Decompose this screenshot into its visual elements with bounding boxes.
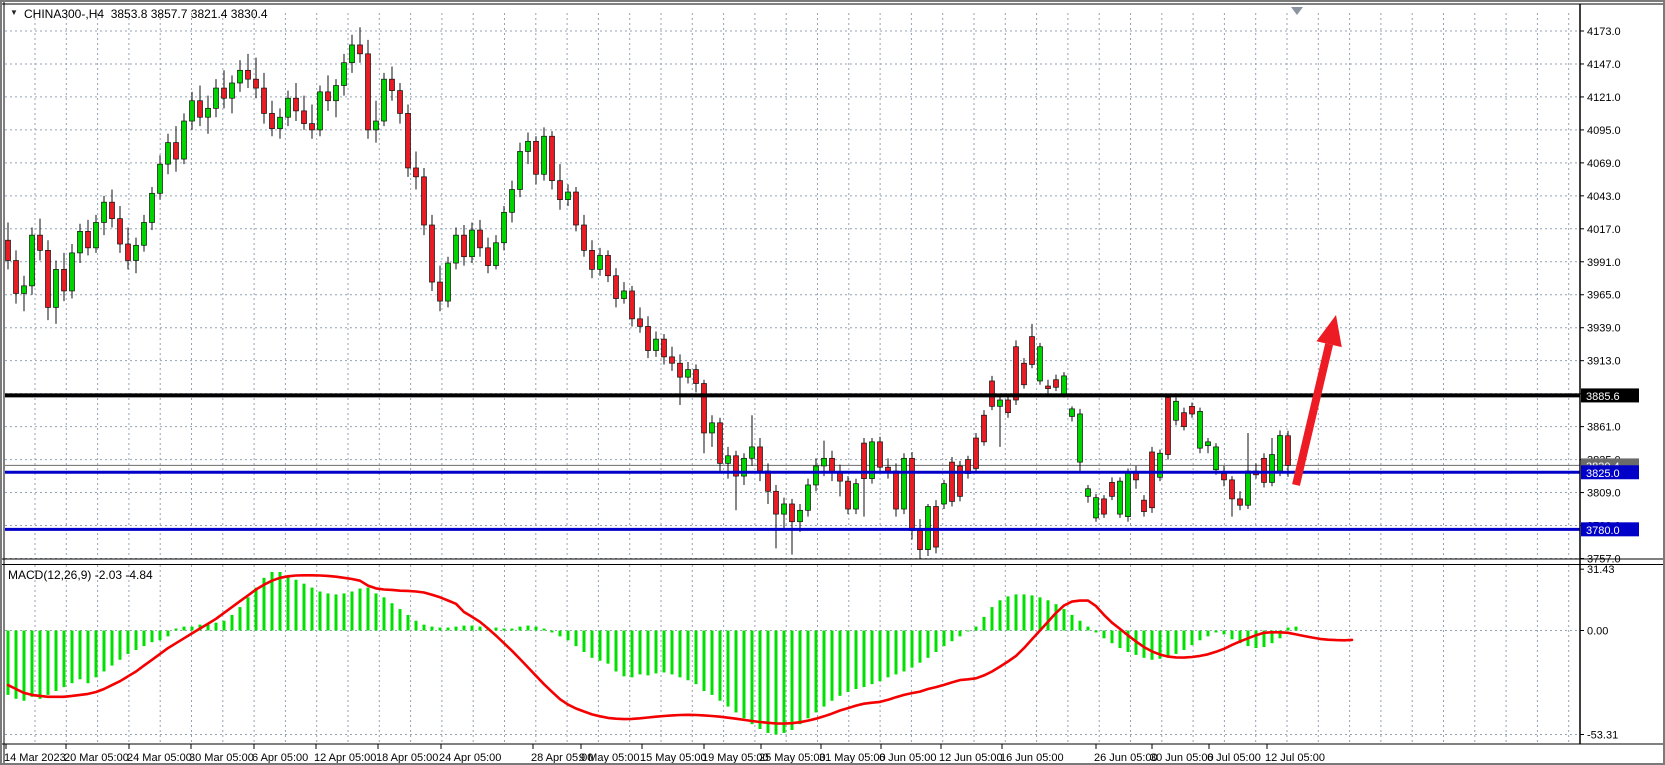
svg-text:4017.0: 4017.0 — [1587, 224, 1621, 236]
svg-text:3939.0: 3939.0 — [1587, 323, 1621, 335]
svg-text:3991.0: 3991.0 — [1587, 257, 1621, 269]
price-badge-3780.0: 3780.0 — [1581, 522, 1639, 537]
svg-text:31.43: 31.43 — [1587, 564, 1615, 576]
svg-text:12 Apr 05:00: 12 Apr 05:00 — [314, 752, 376, 764]
symbol-dropdown-icon[interactable]: ▼ — [10, 8, 18, 17]
svg-text:4173.0: 4173.0 — [1587, 26, 1621, 38]
svg-text:4043.0: 4043.0 — [1587, 191, 1621, 203]
trend-arrow[interactable] — [1296, 315, 1342, 485]
time-axis: 14 Mar 202320 Mar 05:0024 Mar 05:0030 Ma… — [4, 744, 1325, 764]
chart-title-ohlc: CHINA300-,H4 3853.8 3857.7 3821.4 3830.4 — [24, 7, 268, 21]
svg-text:12 Jul 05:00: 12 Jul 05:00 — [1265, 752, 1325, 764]
svg-text:6 Apr 05:00: 6 Apr 05:00 — [252, 752, 308, 764]
chart-window: ▼ CHINA300-,H4 3853.8 3857.7 3821.4 3830… — [0, 0, 1665, 765]
svg-text:4069.0: 4069.0 — [1587, 158, 1621, 170]
svg-text:0.00: 0.00 — [1587, 626, 1608, 638]
svg-text:26 Jun 05:00: 26 Jun 05:00 — [1094, 752, 1158, 764]
svg-text:30 Jun 05:00: 30 Jun 05:00 — [1150, 752, 1214, 764]
price-macd-plot[interactable]: 4173.0 4147.0 4121.0 4095.0 4069.0 4043.0 4017… — [2, 2, 1665, 765]
svg-text:3825.0: 3825.0 — [1586, 468, 1620, 480]
svg-text:14 Mar 2023: 14 Mar 2023 — [4, 752, 66, 764]
svg-text:3861.0: 3861.0 — [1587, 422, 1621, 434]
svg-text:16 Jun 05:00: 16 Jun 05:00 — [1000, 752, 1064, 764]
svg-text:15 May 05:00: 15 May 05:00 — [640, 752, 707, 764]
svg-text:6 Jun 05:00: 6 Jun 05:00 — [879, 752, 937, 764]
svg-text:25 May 05:00: 25 May 05:00 — [759, 752, 826, 764]
svg-text:18 Apr 05:00: 18 Apr 05:00 — [376, 752, 438, 764]
svg-text:30 Mar 05:00: 30 Mar 05:00 — [189, 752, 254, 764]
price-badge-3885.6: 3885.6 — [1581, 388, 1639, 403]
macd-indicator-label: MACD(12,26,9) -2.03 -4.84 — [8, 568, 153, 582]
svg-text:3913.0: 3913.0 — [1587, 356, 1621, 368]
svg-text:3809.0: 3809.0 — [1587, 488, 1621, 500]
svg-text:4121.0: 4121.0 — [1587, 92, 1621, 104]
candlestick-series — [6, 27, 1291, 558]
macd-histogram — [7, 572, 1298, 735]
svg-text:6 Jul 05:00: 6 Jul 05:00 — [1207, 752, 1261, 764]
svg-text:3780.0: 3780.0 — [1586, 525, 1620, 537]
svg-text:24 Apr 05:00: 24 Apr 05:00 — [439, 752, 501, 764]
price-axis: 4173.0 4147.0 4121.0 4095.0 4069.0 4043.0 4017… — [1580, 26, 1621, 742]
svg-text:-53.31: -53.31 — [1587, 730, 1618, 742]
svg-text:9 May 05:00: 9 May 05:00 — [579, 752, 640, 764]
svg-text:3885.6: 3885.6 — [1586, 391, 1620, 403]
svg-text:12 Jun 05:00: 12 Jun 05:00 — [939, 752, 1003, 764]
svg-text:31 May 05:00: 31 May 05:00 — [819, 752, 886, 764]
chart-shift-marker-icon[interactable] — [1291, 7, 1303, 15]
svg-text:24 Mar 05:00: 24 Mar 05:00 — [127, 752, 192, 764]
svg-text:20 Mar 05:00: 20 Mar 05:00 — [64, 752, 129, 764]
svg-text:4095.0: 4095.0 — [1587, 125, 1621, 137]
svg-text:3965.0: 3965.0 — [1587, 290, 1621, 302]
svg-text:4147.0: 4147.0 — [1587, 59, 1621, 71]
price-badge-3825.0: 3825.0 — [1581, 465, 1639, 480]
